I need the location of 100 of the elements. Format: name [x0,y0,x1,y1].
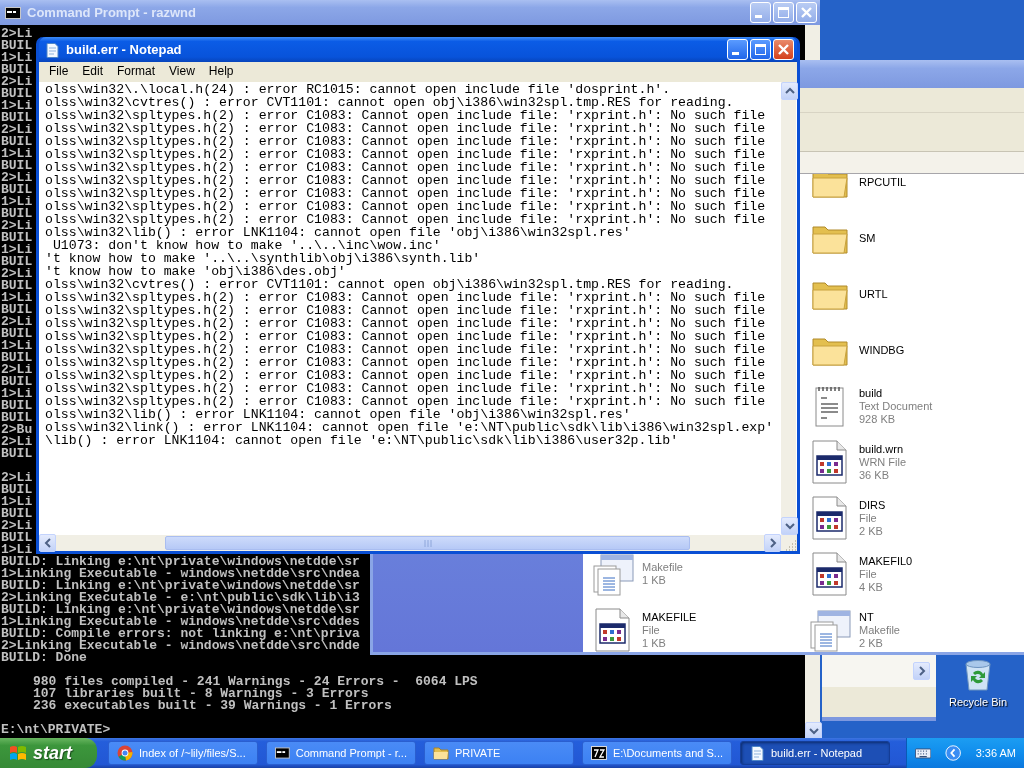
console-line: BUILD: Linking e:\nt\private\windows\netdde\sr [1,580,360,592]
file-detail: 2 KB [859,524,883,538]
menu-item[interactable]: File [42,64,76,78]
console-line: 1>Li [1,196,33,208]
minimize-icon [732,52,739,55]
file-detail: Makefile [642,561,683,574]
file-detail: File [642,623,660,637]
file-detail: 928 KB [859,412,896,426]
menu-item[interactable]: Edit [75,64,111,78]
file-name[interactable]: WINDBG [859,343,905,357]
file-name[interactable]: build.wrn [859,442,904,456]
text-line: olss\win32\spltypes.h(2) : error C1083: Cannot open include file: 'rxprint.h': No such file [45,148,766,161]
text-line: olss\win32\spltypes.h(2) : error C1083: Cannot open include file: 'rxprint.h': No such file [45,291,766,304]
console-line: 236 executables built - 39 Warnings - 1 Errors [33,700,392,712]
minimize-icon [755,15,762,18]
console-line: 2>Li [1,172,33,184]
console-line: 2>Li [1,472,33,484]
taskbar-button[interactable]: PRIVATE [424,741,574,765]
file-detail: 36 KB [859,468,889,482]
menu-item[interactable]: Format [110,64,163,78]
console-line: BUIL [1,376,33,388]
console-line: 980 files compiled - 241 Warnings - 24 Errors - 6064 LPS [33,676,478,688]
console-line: BUILD: Compile errors: not linking e:\nt\priva [1,628,360,640]
window-title: build.err - Notepad [66,42,183,57]
console-line: BUIL [1,232,33,244]
console-line: 2>Linking Executable - e:\nt\public\sdk\lib\i3 [1,592,360,604]
grip-lines-icon [423,539,432,547]
scroll-right-button[interactable] [913,662,930,680]
text-line: olss\win32\spltypes.h(2) : error C1083: Cannot open include file: 'rxprint.h': No such file [45,122,766,135]
text-line: olss\win32\spltypes.h(2) : error C1083: Cannot open include file: 'rxprint.h': No such file [45,330,766,343]
maximize-button[interactable] [750,39,771,60]
text-line: olss\win32\spltypes.h(2) : error C1083: Cannot open include file: 'rxprint.h': No such file [45,317,766,330]
text-line: olss\win32\spltypes.h(2) : error C1083: Cannot open include file: 'rxprint.h': No such file [45,187,766,200]
console-line: E:\nt\PRIVATE> [1,724,111,736]
start-button[interactable]: start [0,738,97,768]
console-line: BUIL [1,328,33,340]
console-line: 2>Li [1,124,33,136]
taskbar-button[interactable]: Command Prompt - r... [266,741,416,765]
text-line: olss\win32\spltypes.h(2) : error C1083: Cannot open include file: 'rxprint.h': No such file [45,304,766,317]
console-line: 2>Bu [1,424,33,436]
maximize-icon [778,7,789,18]
keyboard-icon[interactable] [915,746,932,760]
console-line: BUIL [1,484,33,496]
window-title: Command Prompt - razwnd [27,5,197,20]
file-name[interactable]: RPCUTIL [859,175,907,189]
text-line: olss\win32\link() : error LNK1104: cannot open file 'e:\NT\public\sdk\lib\i386\win32spl.exp' [45,421,774,434]
maximize-icon [755,44,766,55]
text-line: olss\win32\spltypes.h(2) : error C1083: Cannot open include file: 'rxprint.h': No such file [45,382,766,395]
file-name[interactable]: MAKEFIL0 [859,554,913,568]
file-name[interactable]: SM [859,231,876,245]
text-line: olss\win32\spltypes.h(2) : error C1083: Cannot open include file: 'rxprint.h': No such file [45,161,766,174]
console-line: BUIL [1,448,33,460]
taskbar-button[interactable]: build.err - Notepad [740,741,890,765]
console-line: 1>Linking Executable - windows\netdde\src\ddes [1,616,360,628]
scroll-thumb[interactable] [165,536,690,550]
file-detail: 2 KB [859,636,883,650]
text-line: U1073: don't know how to make '..\..\inc\wow.inc' [52,239,441,252]
console-line: 2>Li [1,268,33,280]
text-line: olss\win32\cvtres() : error CVT1101: cannot open obj\i386\win32spl.tmp.RES for reading. [45,278,734,291]
file-name[interactable]: URTL [859,287,888,301]
menu-item[interactable]: Help [201,64,241,78]
text-line: 't know how to make 'obj\i386\des.obj' [45,265,346,278]
notepad-icon [44,41,60,58]
text-line: olss\win32\spltypes.h(2) : error C1083: Cannot open include file: 'rxprint.h': No such file [45,369,766,382]
console-line: BUIL [1,352,33,364]
file-detail: Makefile [859,623,900,637]
file-detail: 1 KB [642,636,666,650]
console-line: BUIL [1,40,33,52]
text-line: olss\win32\lib() : error LNK1104: cannot open file 'obj\i386\win32spl.res' [45,226,631,239]
file-name[interactable]: build [859,386,883,400]
menu-item[interactable]: View [162,64,202,78]
text-line: 't know how to make '..\..\synthlib\obj\i386\synth.lib' [45,252,481,265]
taskbar-button[interactable]: E:\Documents and S... [582,741,732,765]
scroll-right-button[interactable] [764,534,781,552]
file-name[interactable]: MAKEFILE [642,610,697,624]
file-detail: 1 KB [642,574,666,587]
console-line: 2>Li [1,520,33,532]
scroll-up-button[interactable] [781,82,798,100]
console-line: BUIL [1,280,33,292]
console-line: BUIL [1,256,33,268]
desktop-icon-label[interactable]: Recycle Bin [948,696,1008,708]
file-name[interactable]: NT [859,610,874,624]
text-line: olss\win32\spltypes.h(2) : error C1083: Cannot open include file: 'rxprint.h': No such file [45,174,766,187]
close-button[interactable] [773,39,794,60]
console-line: 1>Li [1,148,33,160]
folder-icon [810,174,850,200]
resize-grip-icon[interactable] [785,539,797,551]
minimize-button[interactable] [727,39,748,60]
text-document-icon [813,384,847,428]
taskbar-button[interactable]: Index of /~lily/files/S... [108,741,258,765]
text-line: olss\win32\spltypes.h(2) : error C1083: Cannot open include file: 'rxprint.h': No such file [45,356,766,369]
file-name[interactable]: DIRS [859,498,886,512]
console-line: 1>Li [1,544,33,556]
console-line: 2>Li [1,220,33,232]
console-line: 1>Li [1,100,33,112]
console-line: BUILD: Done [1,652,87,664]
file-icon [810,439,850,485]
scroll-down-button[interactable] [781,517,798,535]
console-line: 107 libraries built - 8 Warnings - 3 Errors [33,688,369,700]
scroll-left-button[interactable] [39,534,56,552]
